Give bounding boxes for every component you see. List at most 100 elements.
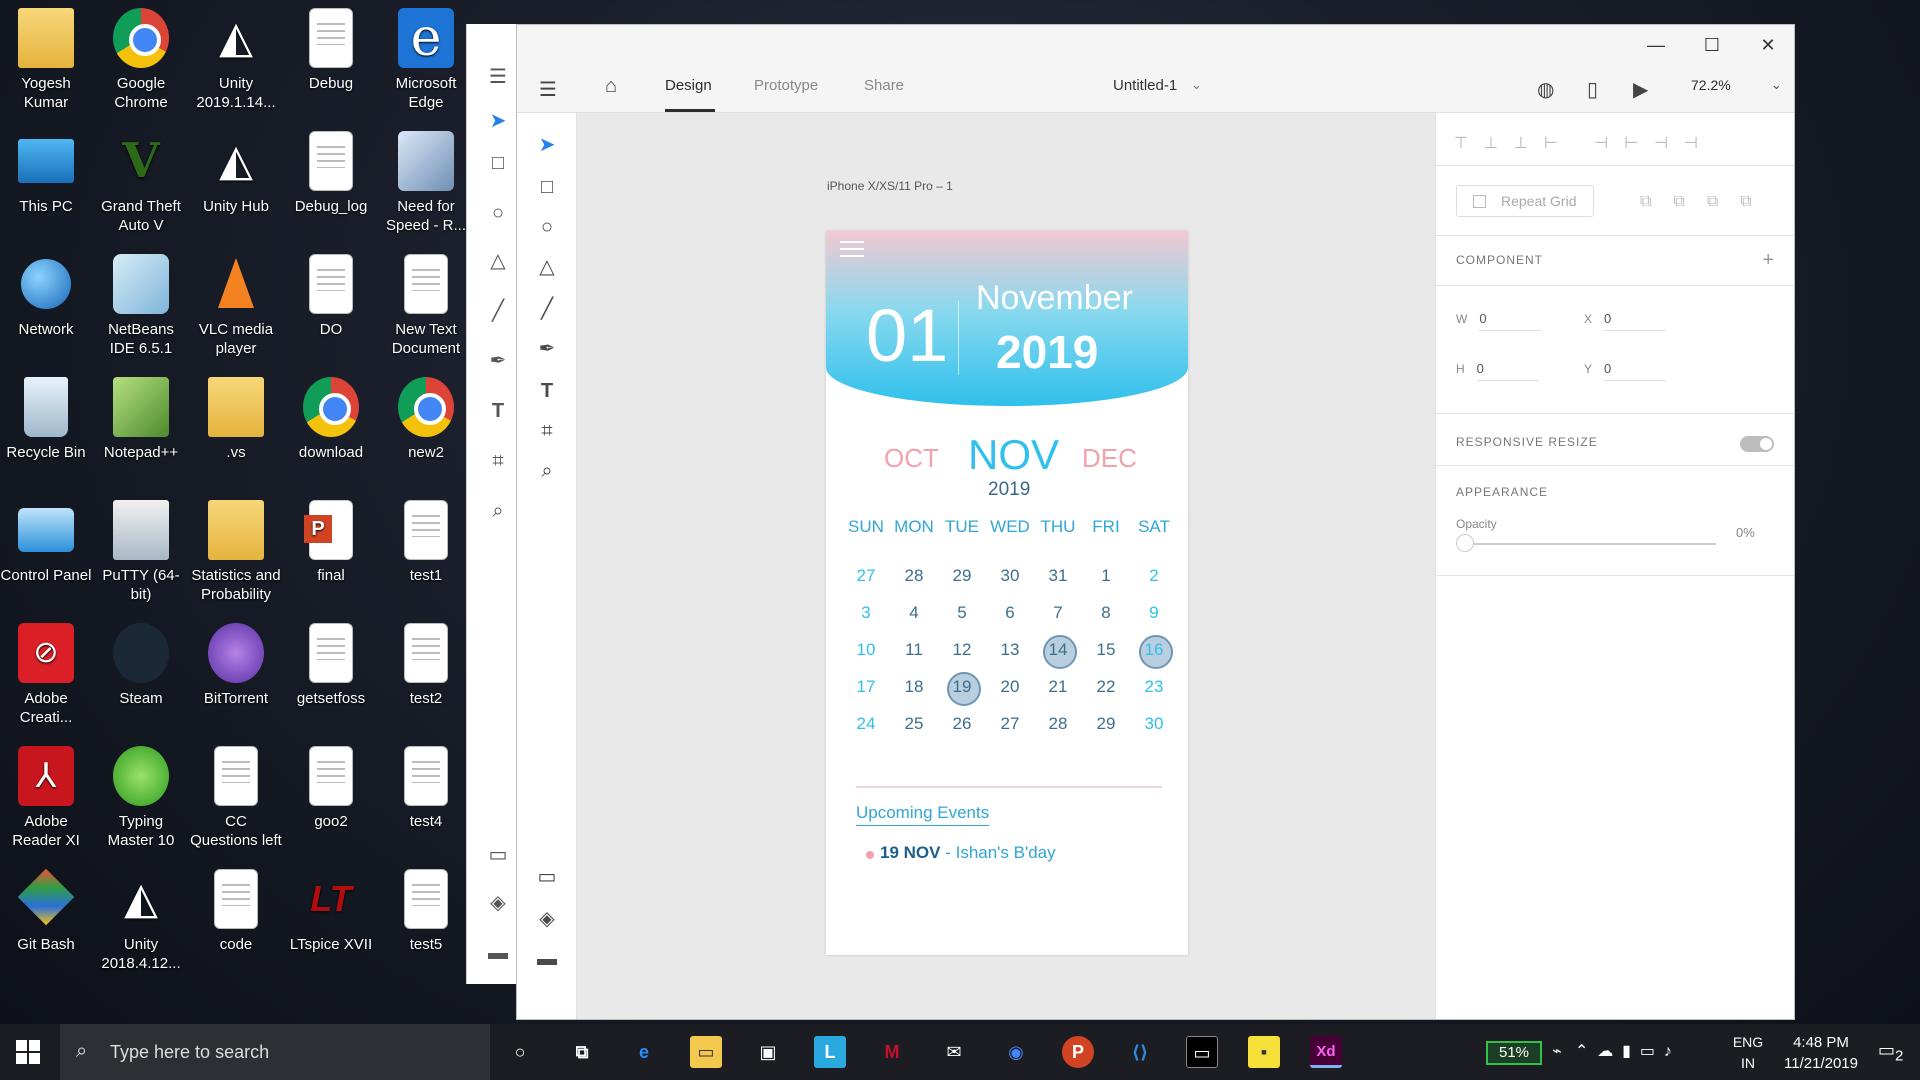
plugins-icon[interactable]: ▬ <box>535 947 559 971</box>
desktop-icon[interactable]: Notepad++ <box>95 377 187 462</box>
vscode-icon[interactable]: ⟨⟩ <box>1124 1036 1156 1068</box>
polygon-tool-icon[interactable]: △ <box>487 250 509 272</box>
desktop-icon[interactable]: PuTTY (64-bit) <box>95 500 187 604</box>
opacity-slider[interactable] <box>1456 543 1716 545</box>
zoom-tool-icon[interactable]: ⌕ <box>535 459 559 483</box>
chrome-taskbar-icon[interactable]: ◉ <box>1000 1036 1032 1068</box>
calendar-day[interactable]: 2 <box>1130 561 1178 598</box>
opacity-slider-handle[interactable] <box>1456 534 1474 552</box>
tab-design[interactable]: Design <box>665 77 712 94</box>
edge-taskbar-icon[interactable]: e <box>628 1036 660 1068</box>
calendar-day[interactable]: 5 <box>938 598 986 635</box>
calendar-day[interactable]: 3 <box>842 598 890 635</box>
y-field[interactable]: Y0 <box>1584 361 1667 381</box>
ellipse-tool-icon[interactable]: ○ <box>535 215 559 239</box>
zoom-dropdown-icon[interactable]: ⌄ <box>1771 77 1782 93</box>
desktop-icon[interactable]: ◭ Unity Hub <box>190 131 282 216</box>
desktop-icon[interactable]: test2 <box>380 623 472 708</box>
language-indicator[interactable]: ENG IN <box>1728 1032 1768 1074</box>
calendar-day[interactable]: 4 <box>890 598 938 635</box>
desktop-icon[interactable]: .vs <box>190 377 282 462</box>
desktop-icon[interactable]: Debug_log <box>285 131 377 216</box>
add-component-icon[interactable]: + <box>1762 249 1774 272</box>
current-year[interactable]: 2019 <box>988 479 1030 501</box>
calendar-day[interactable]: 10 <box>842 635 890 672</box>
minimize-icon[interactable]: — <box>1644 33 1668 57</box>
calendar-day[interactable]: 8 <box>1082 598 1130 635</box>
desktop-icon[interactable]: NetBeans IDE 6.5.1 <box>95 254 187 358</box>
tray-icons[interactable]: ⌁ ⌃ ☁ ▮ ▭ ♪ <box>1552 1041 1672 1080</box>
desktop-icon[interactable]: Need for Speed - R... <box>380 131 472 235</box>
calendar-day[interactable]: 11 <box>890 635 938 672</box>
rectangle-tool-icon[interactable]: □ <box>487 152 509 174</box>
tab-share[interactable]: Share <box>864 77 904 94</box>
upcoming-events-title[interactable]: Upcoming Events <box>856 803 990 826</box>
calendar-day[interactable]: 24 <box>842 709 890 746</box>
calendar-day[interactable]: 6 <box>986 598 1034 635</box>
calendar-day[interactable]: 26 <box>938 709 986 746</box>
desktop-icon[interactable]: test1 <box>380 500 472 585</box>
calendar-day[interactable]: 9 <box>1130 598 1178 635</box>
align-icons[interactable]: ⊤⊥⊥⊢ ⊣⊢⊣⊣ <box>1454 133 1714 153</box>
desktop-icon[interactable]: LT LTspice XVII <box>285 869 377 954</box>
assets-icon[interactable]: ▭ <box>487 844 509 866</box>
desktop-icon[interactable]: This PC <box>0 131 92 216</box>
header-month[interactable]: November <box>976 279 1133 318</box>
user-icon[interactable]: ◍ <box>1537 77 1554 102</box>
width-field[interactable]: W0 <box>1456 311 1542 331</box>
layers-icon[interactable]: ◈ <box>487 892 509 914</box>
event-item[interactable]: 19 NOV - Ishan's B'day <box>866 843 1056 863</box>
desktop-icon[interactable]: goo2 <box>285 746 377 831</box>
select-tool-icon[interactable]: ➤ <box>535 133 559 157</box>
calendar-day[interactable]: 31 <box>1034 561 1082 598</box>
desktop-icon[interactable]: Statistics and Probability <box>190 500 282 604</box>
store-icon[interactable]: ▣ <box>752 1036 784 1068</box>
windows-start-icon[interactable] <box>16 1040 40 1064</box>
device-preview-icon[interactable]: ▯ <box>1587 77 1598 102</box>
calendar-day[interactable]: 30 <box>1130 709 1178 746</box>
artboard-name[interactable]: iPhone X/XS/11 Pro – 1 <box>827 179 953 193</box>
calendar-day[interactable]: 15 <box>1082 635 1130 672</box>
design-canvas[interactable]: iPhone X/XS/11 Pro – 1 01 November 20 19 … <box>577 113 1435 1019</box>
calendar-day[interactable]: 18 <box>890 672 938 709</box>
calendar-day[interactable]: 22 <box>1082 672 1130 709</box>
artboard-tool-icon[interactable]: ⌗ <box>535 419 559 443</box>
artboard-tool-icon[interactable]: ⌗ <box>487 450 509 472</box>
line-tool-icon[interactable]: ╱ <box>535 297 559 321</box>
x-field[interactable]: X0 <box>1584 311 1667 331</box>
battery-indicator[interactable]: 51% <box>1486 1041 1542 1065</box>
calendar-day[interactable]: 30 <box>986 561 1034 598</box>
zoom-tool-icon[interactable]: ⌕ <box>487 500 509 522</box>
header-year[interactable]: 2019 <box>996 325 1098 379</box>
artboard[interactable]: 01 November 2019 OCT NOV DEC 2019 SUN MON… <box>826 231 1188 955</box>
notification-center-icon[interactable]: ▭2 <box>1878 1040 1903 1080</box>
document-title[interactable]: Untitled-1 <box>1113 77 1177 94</box>
plugins-icon[interactable]: ▬ <box>487 942 509 964</box>
desktop-icon[interactable]: new2 <box>380 377 472 462</box>
desktop-icon[interactable]: test5 <box>380 869 472 954</box>
calendar-day[interactable]: 28 <box>890 561 938 598</box>
mcafee-icon[interactable]: M <box>876 1036 908 1068</box>
zoom-level[interactable]: 72.2% <box>1691 77 1731 93</box>
desktop-icon[interactable]: test4 <box>380 746 472 831</box>
line-tool-icon[interactable]: ╱ <box>487 300 509 322</box>
layers-icon[interactable]: ◈ <box>535 907 559 931</box>
calendar-day[interactable]: 7 <box>1034 598 1082 635</box>
next-month[interactable]: DEC <box>1082 443 1137 474</box>
desktop-icon[interactable]: Google Chrome <box>95 8 187 112</box>
file-explorer-icon[interactable]: ▭ <box>690 1036 722 1068</box>
current-month[interactable]: NOV <box>968 431 1059 479</box>
sticky-notes-icon[interactable]: ▪ <box>1248 1036 1280 1068</box>
header-day[interactable]: 01 <box>866 293 948 378</box>
desktop-icon[interactable]: Recycle Bin <box>0 377 92 462</box>
desktop-icon[interactable]: ⊘ Adobe Creati... <box>0 623 92 727</box>
hamburger-menu-icon[interactable]: ☰ <box>487 66 509 88</box>
calendar-day[interactable]: 21 <box>1034 672 1082 709</box>
calendar-day[interactable]: 20 <box>986 672 1034 709</box>
prev-month[interactable]: OCT <box>884 443 939 474</box>
tab-prototype[interactable]: Prototype <box>754 77 818 94</box>
desktop-icon[interactable]: Yogesh Kumar <box>0 8 92 112</box>
select-tool-icon[interactable]: ➤ <box>487 110 509 132</box>
desktop-icon[interactable]: BitTorrent <box>190 623 282 708</box>
adobe-xd-taskbar-icon[interactable]: Xd <box>1310 1036 1342 1068</box>
